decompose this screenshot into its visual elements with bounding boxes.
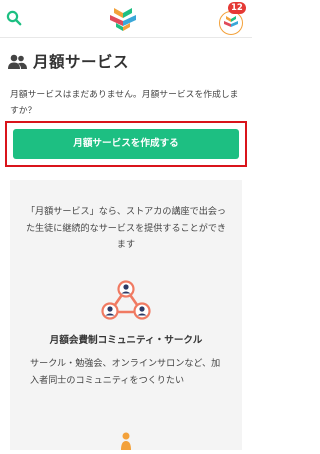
top-bar: 12 xyxy=(0,0,252,38)
page-heading: 月額サービス xyxy=(8,49,129,73)
feature-title: 月額会費制コミュニティ・サークル xyxy=(49,335,203,346)
search-icon[interactable] xyxy=(6,10,22,26)
user-avatar[interactable] xyxy=(219,11,243,35)
empty-state-message: 月額サービスはまだありません。月額サービスを作成しますか？ xyxy=(10,90,239,116)
info-card-intro: 「月額サービス」なら、ストアカの講座で出会った生徒に継続的なサービスを提供するこ… xyxy=(25,207,227,250)
users-icon xyxy=(8,54,27,69)
community-network-icon xyxy=(101,280,151,320)
notification-badge: 12 xyxy=(228,2,246,14)
next-feature-icon xyxy=(120,430,132,450)
create-monthly-service-button[interactable]: 月額サービスを作成する xyxy=(13,129,239,159)
create-button-highlight: 月額サービスを作成する xyxy=(5,121,247,167)
info-card: 「月額サービス」なら、ストアカの講座で出会った生徒に継続的なサービスを提供するこ… xyxy=(10,180,242,450)
feature-description: サークル・勉強会、オンラインサロンなど、加入者同士のコミュニティをつくりたい xyxy=(30,359,221,386)
storeaca-logo-icon[interactable] xyxy=(108,6,138,32)
page-title: 月額サービス xyxy=(33,53,130,71)
